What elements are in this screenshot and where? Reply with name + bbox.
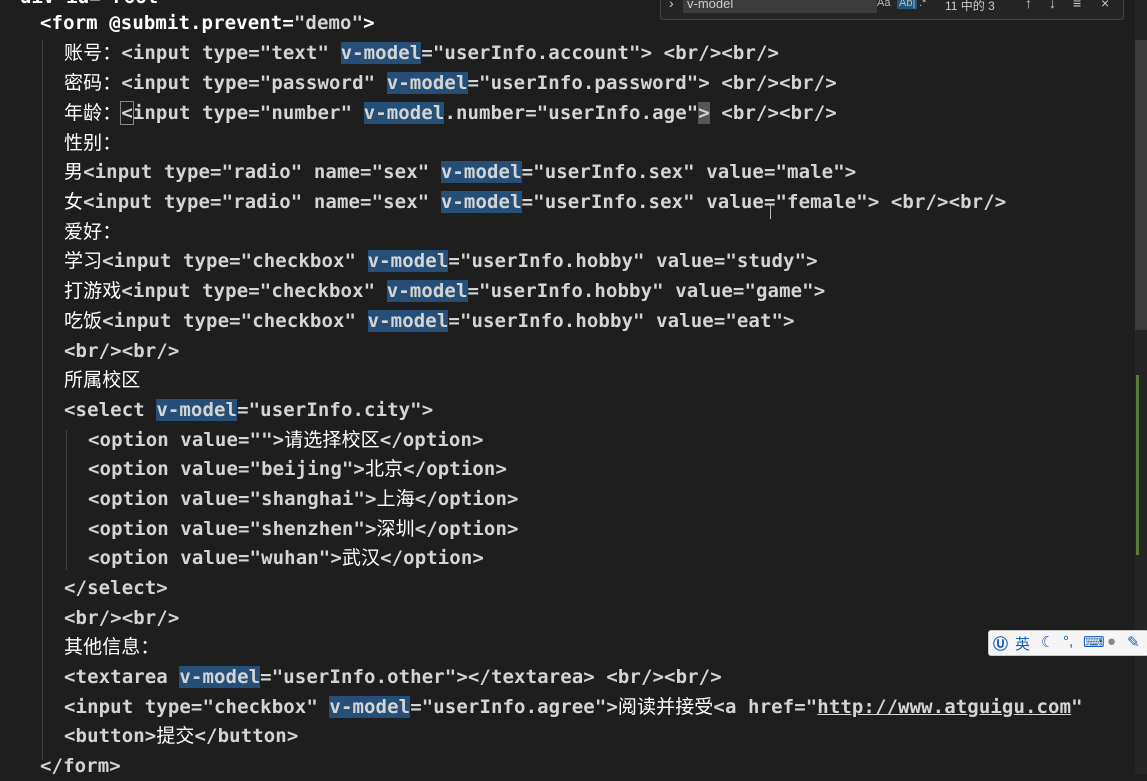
vertical-scrollbar[interactable]	[1135, 0, 1147, 774]
code-line-textarea: <textarea v-model="userInfo.other"></tex…	[64, 666, 722, 688]
punctuation-icon[interactable]: °,	[1063, 633, 1073, 650]
study-label: 学习	[64, 250, 103, 272]
moon-icon[interactable]: ☾	[1041, 633, 1054, 651]
code-line-option: <option value="beijing">北京</option>	[88, 458, 508, 480]
user-icon[interactable]: ●	[1107, 633, 1116, 650]
previous-match-icon[interactable]: ↑	[1025, 0, 1032, 11]
find-input[interactable]: v-model	[683, 0, 877, 13]
code-line-gender: 性别：	[64, 128, 121, 158]
ime-logo-icon[interactable]: Ⓤ	[993, 633, 1008, 654]
partial-div-tag: div id="root"	[20, 0, 170, 8]
code-editor[interactable]: div id="root" <form @submit.prevent="dem…	[0, 0, 1147, 777]
code-line-agree: <input type="checkbox" v-model="userInfo…	[64, 696, 1083, 718]
find-in-selection-icon[interactable]: ≡	[1073, 0, 1081, 11]
age-label: 年龄：	[64, 102, 122, 124]
submit-value: "demo"	[293, 12, 364, 34]
submit-attr: @submit.prevent=	[109, 12, 294, 34]
option-shanghai-text: 上海	[376, 488, 415, 510]
other-label: 其他信息：	[64, 636, 160, 658]
code-line-game: 打游戏<input type="checkbox" v-model="userI…	[64, 280, 826, 302]
code-line-select-close: </select>	[64, 577, 168, 599]
option-wuhan-text: 武汉	[341, 547, 381, 569]
code-line-male: 男<input type="radio" name="sex" v-model=…	[64, 161, 857, 183]
code-line-other: 其他信息：	[64, 632, 160, 662]
scrollbar-marker	[1136, 375, 1139, 555]
code-line-option: <option value="shanghai">上海</option>	[88, 488, 519, 510]
text-cursor	[770, 205, 771, 219]
code-line-br: <br/><br/>	[64, 607, 180, 629]
eat-label: 吃饭	[64, 310, 103, 332]
ime-toolbar[interactable]: Ⓤ 英 ☾ °, ⌨ ● ✎	[988, 630, 1147, 656]
form-open-tag: <form	[40, 12, 98, 34]
ime-mode-label[interactable]: 英	[1015, 633, 1030, 654]
password-label: 密码：	[64, 72, 122, 94]
code-line-br: <br/><br/>	[64, 340, 180, 362]
link-url[interactable]: http://www.atguigu.com	[817, 696, 1071, 718]
code-line-button: <button>提交</button>	[64, 725, 299, 747]
wrench-icon[interactable]: ✎	[1127, 633, 1140, 651]
agree-text: 阅读并接受	[617, 696, 714, 718]
option-beijing-text: 北京	[364, 458, 404, 480]
next-match-icon[interactable]: ↓	[1049, 0, 1056, 11]
keyboard-icon[interactable]: ⌨	[1083, 633, 1105, 651]
regex-toggle[interactable]: .*	[919, 0, 926, 9]
code-line-form-close: </form>	[40, 751, 121, 781]
submit-label-text: 提交	[156, 725, 195, 747]
close-find-icon[interactable]: ×	[1101, 0, 1109, 11]
game-label: 打游戏	[64, 280, 122, 302]
hobby-label: 爱好：	[64, 221, 122, 243]
find-result-count: 11 中的 3	[945, 0, 995, 13]
account-label: 账号：	[64, 42, 122, 64]
code-line-age: 年龄：<input type="number" v-model.number="…	[64, 101, 837, 125]
campus-label: 所属校区	[64, 369, 141, 391]
female-label: 女	[64, 191, 84, 213]
tag-close: >	[363, 12, 375, 34]
code-line-hobby: 爱好：	[64, 217, 121, 247]
code-line-select: <select v-model="userInfo.city">	[64, 399, 434, 421]
find-widget: › v-model Aa Ab| .* 11 中的 3 ↑ ↓ ≡ ×	[660, 0, 1124, 20]
code-line-eat: 吃饭<input type="checkbox" v-model="userIn…	[64, 310, 795, 332]
male-label: 男	[64, 161, 84, 183]
option-placeholder-text: 请选择校区	[284, 429, 380, 451]
code-line-option: <option value="shenzhen">深圳</option>	[88, 518, 519, 540]
toggle-replace-chevron-icon[interactable]: ›	[669, 0, 674, 11]
match-case-toggle[interactable]: Aa	[877, 0, 890, 9]
indent-guide	[42, 40, 43, 760]
indent-guide	[66, 430, 67, 570]
code-line-account: 账号：<input type="text" v-model="userInfo.…	[64, 42, 780, 64]
whole-word-toggle[interactable]: Ab|	[897, 0, 918, 9]
scrollbar-thumb[interactable]	[1135, 40, 1147, 330]
code-line-option: <option value="">请选择校区</option>	[88, 429, 484, 451]
option-shenzhen-text: 深圳	[376, 518, 415, 540]
gender-label: 性别：	[64, 132, 122, 154]
code-line-female: 女<input type="radio" name="sex" v-model=…	[64, 191, 1007, 213]
code-line-study: 学习<input type="checkbox" v-model="userIn…	[64, 250, 818, 272]
code-line-campus: 所属校区	[64, 365, 140, 395]
code-line-option: <option value="wuhan">武汉</option>	[88, 547, 484, 569]
code-line-form-open: <form @submit.prevent="demo">	[40, 8, 375, 38]
code-line-password: 密码：<input type="password" v-model="userI…	[64, 72, 837, 94]
